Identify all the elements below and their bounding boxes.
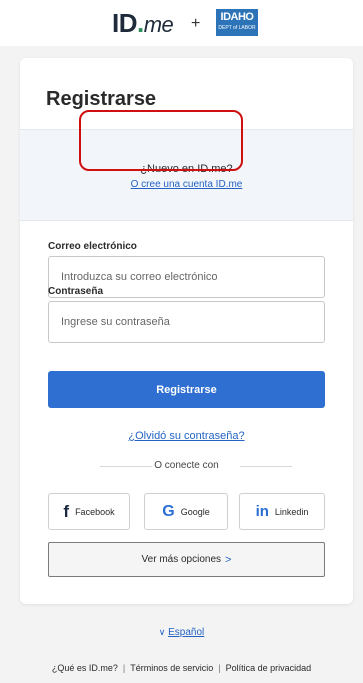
footer-link-privacy[interactable]: Política de privacidad	[226, 663, 312, 673]
plus-sign: +	[191, 15, 201, 32]
idaho-labor-logo: IDAHO DEPT of LABOR	[216, 9, 258, 36]
facebook-icon: f	[63, 501, 70, 521]
footer-links: ¿Qué es ID.me? | Términos de servicio | Polí…	[0, 663, 363, 673]
more-options-button[interactable]: Ver más opciones >	[48, 542, 325, 577]
footer-separator: |	[218, 663, 221, 673]
language-selector[interactable]: ∨ Español	[0, 627, 363, 638]
top-header: ID.me + IDAHO DEPT of LABOR	[0, 0, 363, 46]
language-label: Español	[168, 627, 205, 638]
forgot-password-link[interactable]: ¿Olvidó su contraseña?	[20, 430, 353, 442]
password-field-visible[interactable]	[48, 301, 325, 343]
highlight-annotation	[79, 110, 243, 171]
google-icon: G	[162, 502, 175, 520]
idaho-logo-text: IDAHO	[220, 11, 254, 23]
idaho-logo-subtext: DEPT of LABOR	[218, 25, 256, 31]
more-options-label: Ver más opciones	[141, 554, 222, 565]
divider-right	[240, 466, 292, 467]
chevron-right-icon: >	[225, 553, 232, 566]
idme-logo-main: ID	[112, 8, 138, 38]
page-title: Registrarse	[46, 88, 157, 110]
facebook-button[interactable]: f Facebook	[48, 493, 130, 530]
linkedin-label: Linkedin	[274, 506, 309, 517]
create-account-link[interactable]: O cree una cuenta ID.me	[20, 179, 353, 190]
password-label: Contraseña	[48, 286, 104, 297]
idme-logo-suffix: me	[143, 12, 174, 37]
footer-link-about[interactable]: ¿Qué es ID.me?	[52, 663, 118, 673]
linkedin-button[interactable]: in Linkedin	[239, 493, 325, 530]
google-button[interactable]: G Google	[144, 493, 228, 530]
idme-logo[interactable]: ID.me	[112, 8, 174, 39]
or-connect-text: O conecte con	[154, 460, 219, 471]
facebook-label: Facebook	[75, 506, 115, 517]
chevron-down-icon: ∨	[158, 627, 166, 637]
email-label: Correo electrónico	[48, 241, 137, 252]
footer-separator: |	[122, 663, 126, 673]
footer-link-terms[interactable]: Términos de servicio	[130, 663, 213, 673]
google-label: Google	[180, 506, 210, 517]
linkedin-icon: in	[255, 503, 269, 520]
signin-button[interactable]: Registrarse	[48, 371, 325, 408]
idme-logo-dot: .	[137, 8, 144, 38]
